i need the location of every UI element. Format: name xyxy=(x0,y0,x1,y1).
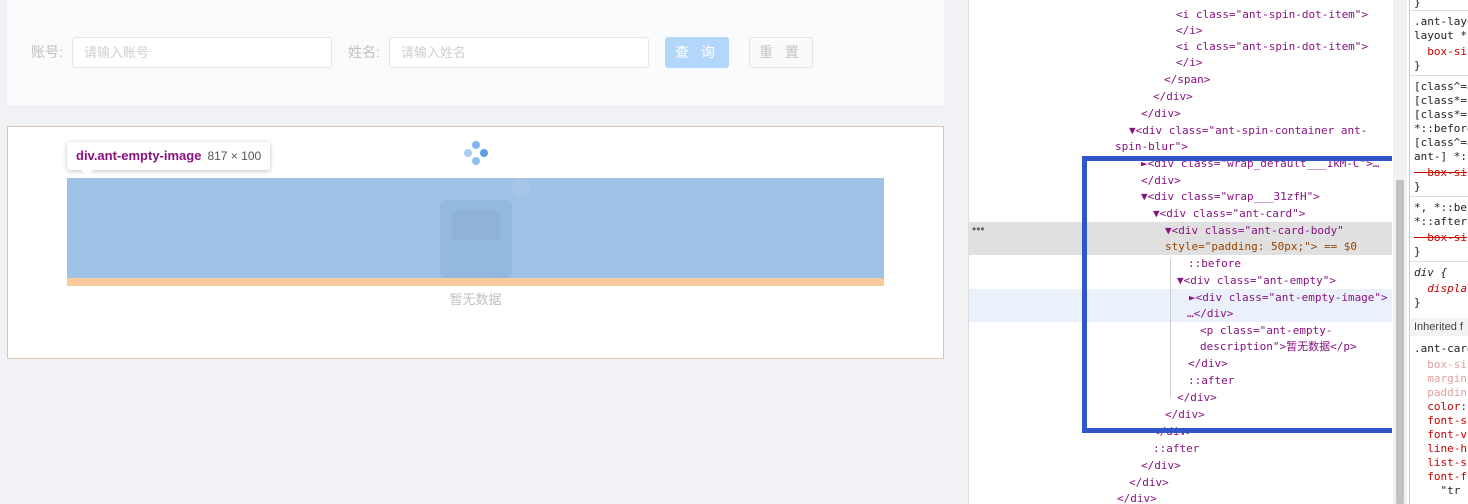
dom-node[interactable]: </div> xyxy=(969,474,1392,491)
dom-node[interactable]: <p class="ant-empty- xyxy=(969,322,1392,339)
dom-node[interactable]: <i class="ant-spin-dot-item"> xyxy=(969,38,1392,55)
dom-node[interactable]: <i class="ant-spin-dot-item"> xyxy=(969,6,1392,23)
dom-node[interactable]: </div> xyxy=(969,172,1392,189)
style-rule: } xyxy=(1414,245,1421,258)
dom-node-selected[interactable]: ▼<div class="ant-card-body" xyxy=(969,222,1392,239)
style-rule[interactable]: [class^=a xyxy=(1414,80,1468,94)
style-property[interactable]: font-s xyxy=(1414,414,1467,428)
style-rule: } xyxy=(1414,296,1421,309)
styles-pane: } .ant-layo layout * box-si } [class^=a … xyxy=(1409,0,1468,504)
name-label: 姓名: xyxy=(348,44,380,60)
style-property[interactable]: box-si xyxy=(1414,358,1467,372)
dom-node[interactable]: </span> xyxy=(969,71,1392,88)
dom-node[interactable]: </div> xyxy=(969,406,1392,423)
dom-pseudo[interactable]: ::before xyxy=(969,255,1392,272)
dom-node[interactable]: </div> xyxy=(969,490,1392,504)
dom-node[interactable]: </i> xyxy=(969,22,1392,39)
dom-pseudo[interactable]: ::after xyxy=(969,372,1392,389)
reset-button[interactable]: 重 置 xyxy=(749,37,813,68)
style-rule[interactable]: div { xyxy=(1414,266,1447,280)
devtools-panel: <i class="ant-spin-dot-item"> </i> <i cl… xyxy=(968,0,1468,504)
style-rule[interactable]: *::after xyxy=(1414,215,1467,229)
name-input[interactable] xyxy=(389,37,649,68)
scrollbar-thumb[interactable] xyxy=(1396,180,1404,504)
style-value: "tr xyxy=(1414,484,1461,497)
empty-box-icon xyxy=(440,178,531,278)
tooltip-arrow xyxy=(80,169,94,176)
dom-node[interactable]: </div> xyxy=(969,389,1392,406)
dom-node[interactable]: </div> xyxy=(969,457,1392,474)
style-property-overridden[interactable]: box-si xyxy=(1414,166,1467,180)
account-label: 账号: xyxy=(31,44,63,60)
dom-node[interactable]: </div> xyxy=(969,355,1392,372)
style-rule[interactable]: [class*= xyxy=(1414,108,1467,122)
style-property[interactable]: font-f xyxy=(1414,470,1467,484)
more-options-icon[interactable]: ••• xyxy=(972,222,985,236)
style-rule[interactable]: [class*= xyxy=(1414,94,1467,108)
style-rule[interactable]: ant-] *: xyxy=(1414,150,1467,164)
empty-image-margin-highlight xyxy=(67,278,884,286)
style-property[interactable]: displa xyxy=(1414,282,1467,296)
app-page: 账号: 姓名: 查 询 重 置 暂无数据 div.ant-empty-image… xyxy=(0,0,968,504)
dom-node[interactable]: ►<div class="wrap_default___1kM-C">… xyxy=(969,155,1392,172)
dom-node[interactable]: </i> xyxy=(969,54,1392,71)
dom-node[interactable]: ▼<div class="ant-empty"> xyxy=(969,272,1392,289)
empty-image-highlight xyxy=(67,178,884,278)
style-property[interactable]: paddin xyxy=(1414,386,1467,400)
tooltip-selector: div.ant-empty-image xyxy=(76,148,202,163)
elements-tree: <i class="ant-spin-dot-item"> </i> <i cl… xyxy=(969,0,1392,504)
tree-indent-guide xyxy=(1170,259,1171,397)
style-rule[interactable]: [class^=a xyxy=(1414,136,1468,150)
dom-node-selected-style: style="padding: 50px;"> == $0 xyxy=(969,238,1392,255)
style-property[interactable]: margin xyxy=(1414,372,1467,386)
dom-node[interactable]: </div> xyxy=(969,105,1392,122)
tooltip-dimensions: 817 × 100 xyxy=(207,149,262,163)
style-rule: } xyxy=(1414,59,1421,72)
dom-node: spin-blur"> xyxy=(1115,140,1188,153)
dom-node-hovered-close: …</div> xyxy=(969,305,1392,322)
search-button[interactable]: 查 询 xyxy=(665,37,729,68)
style-rule[interactable]: .ant-layo xyxy=(1414,15,1468,29)
style-rule[interactable]: *::before xyxy=(1414,122,1468,136)
loading-spinner-icon xyxy=(464,141,488,165)
dom-node[interactable]: ▼<div class="ant-spin-container ant- xyxy=(969,122,1392,139)
dom-node: description">暂无数据</p> xyxy=(1200,340,1357,353)
dom-node-hovered[interactable]: ►<div class="ant-empty-image"> xyxy=(969,289,1392,306)
dom-pseudo[interactable]: ::after xyxy=(969,440,1392,457)
dom-node[interactable]: ▼<div class="ant-card"> xyxy=(969,205,1392,222)
style-rule[interactable]: *, *::bef xyxy=(1414,201,1468,215)
inherited-header: Inherited f xyxy=(1410,318,1468,336)
style-property[interactable]: font-v xyxy=(1414,428,1467,442)
account-input[interactable] xyxy=(72,37,332,68)
style-property[interactable]: color: xyxy=(1414,400,1467,414)
dom-node[interactable]: </div> xyxy=(969,423,1392,440)
dom-node[interactable]: </div> xyxy=(969,88,1392,105)
style-rule[interactable]: layout * xyxy=(1414,29,1467,43)
style-rule: } xyxy=(1414,180,1421,193)
dom-node[interactable]: ▼<div class="wrap___31zfH"> xyxy=(969,188,1392,205)
style-rule: } xyxy=(1414,0,1421,9)
style-property-overridden[interactable]: box-si xyxy=(1414,231,1467,245)
style-property[interactable]: box-si xyxy=(1414,45,1467,59)
empty-description: 暂无数据 xyxy=(449,292,502,307)
style-property[interactable]: line-h xyxy=(1414,442,1467,456)
inspector-tooltip: div.ant-empty-image 817 × 100 xyxy=(67,142,271,170)
style-rule[interactable]: .ant-card xyxy=(1414,342,1468,356)
style-property[interactable]: list-s xyxy=(1414,456,1467,470)
